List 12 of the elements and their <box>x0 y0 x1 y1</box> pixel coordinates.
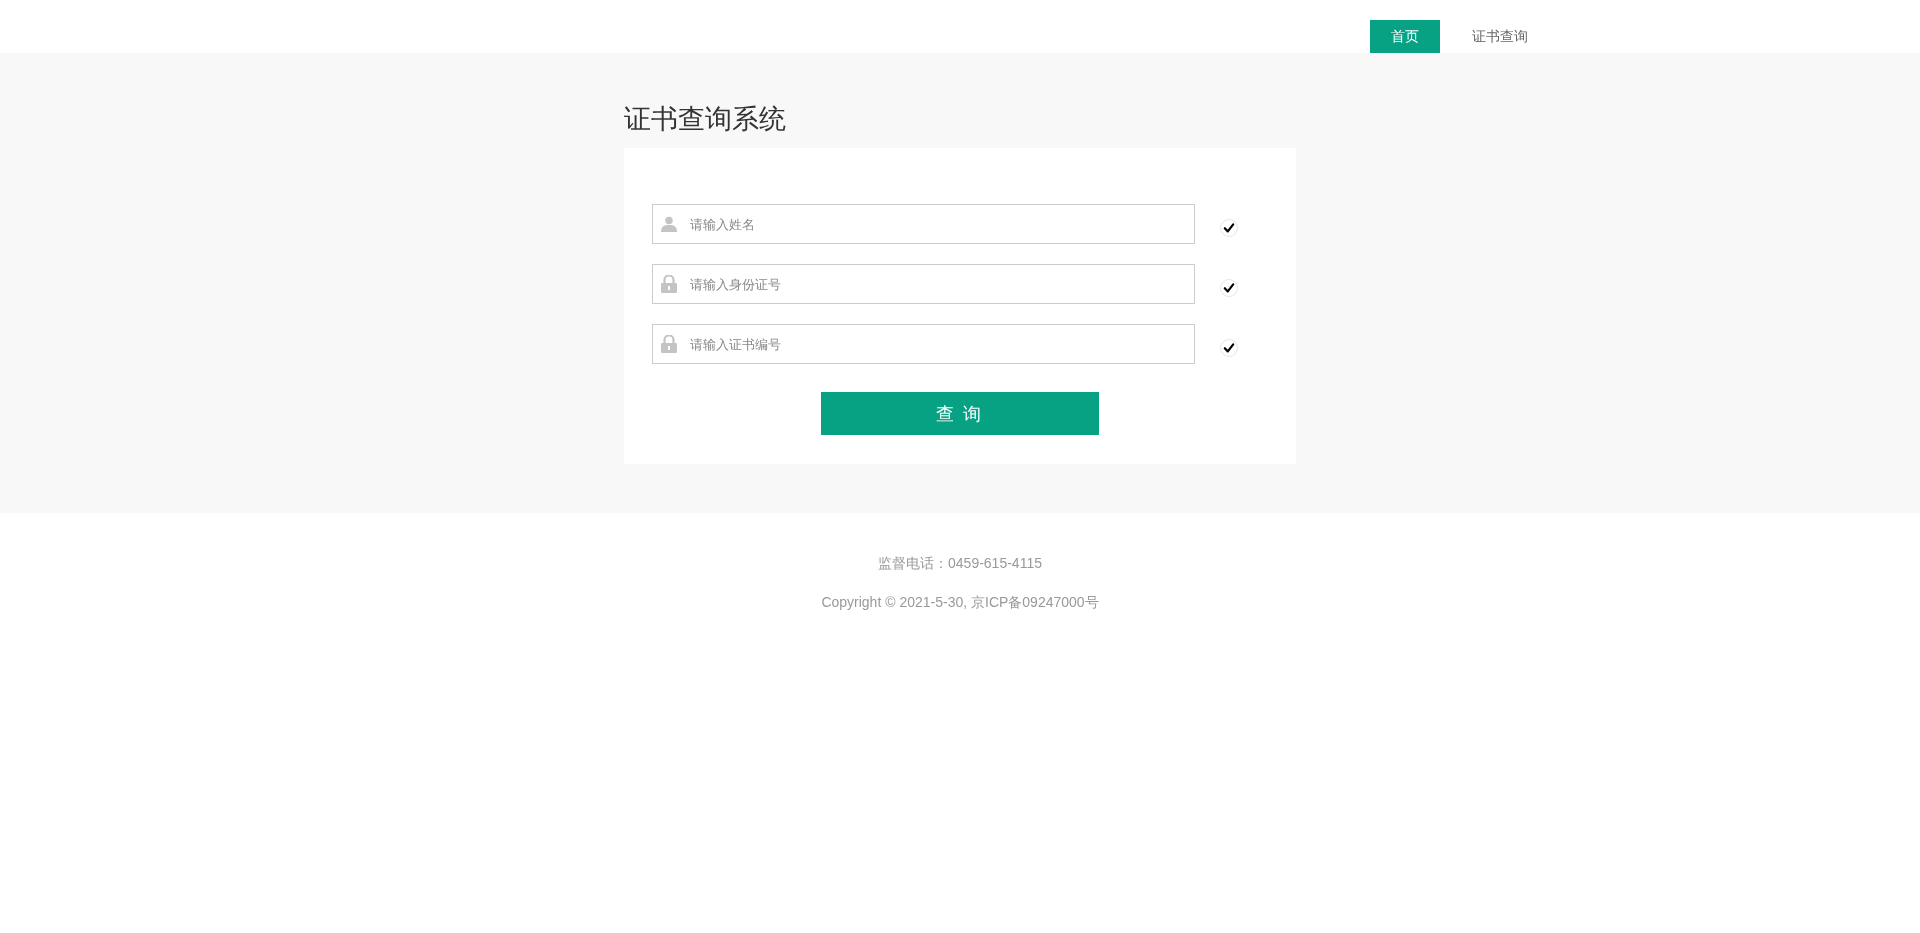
footer-text: 监督电话：0459-615-4115 <box>878 554 1042 573</box>
person-icon <box>661 215 677 233</box>
text-field[interactable]: 请输入姓名 <box>652 204 1195 244</box>
nav-link[interactable]: 证书查询 <box>1472 20 1528 53</box>
page-title: 证书查询系统 <box>624 103 786 136</box>
lock-icon <box>661 275 677 293</box>
text-field[interactable]: 请输入身份证号 <box>652 264 1195 304</box>
query-button[interactable]: 查 询 <box>821 392 1099 435</box>
text-field[interactable]: 请输入证书编号 <box>652 324 1195 364</box>
footer-text: Copyright © 2021-5-30, 京ICP备09247000号 <box>821 593 1099 612</box>
lock-icon <box>661 335 677 353</box>
nav-link[interactable]: 首页 <box>1370 20 1440 53</box>
